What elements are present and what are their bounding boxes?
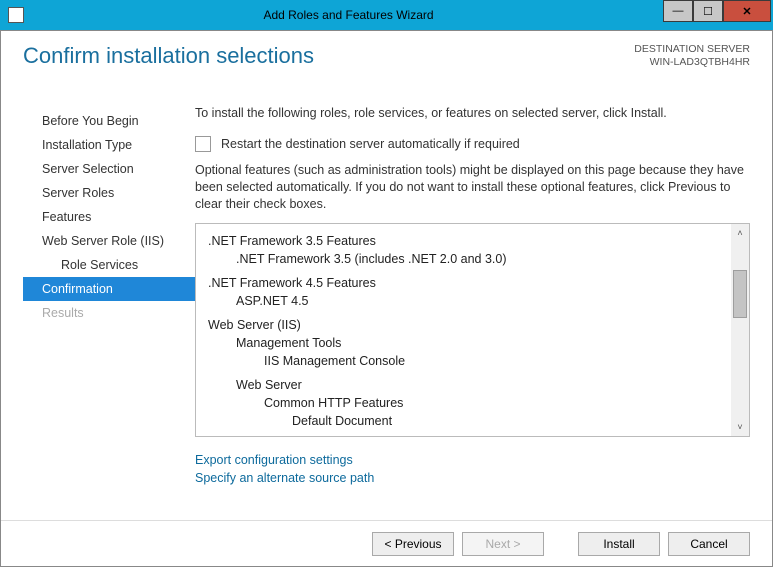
nav-role-services[interactable]: Role Services [23, 253, 195, 277]
install-button[interactable]: Install [578, 532, 660, 556]
scroll-up-icon[interactable]: ˄ [731, 224, 749, 242]
destination-info: DESTINATION SERVER WIN-LAD3QTBH4HR [634, 43, 750, 69]
nav-features[interactable]: Features [23, 205, 195, 229]
optional-text: Optional features (such as administratio… [195, 162, 750, 213]
nav-before-you-begin[interactable]: Before You Begin [23, 109, 195, 133]
list-item: Management Tools [236, 334, 749, 352]
window-icon [8, 7, 24, 23]
wizard-frame: Confirm installation selections DESTINAT… [0, 30, 773, 567]
cancel-button[interactable]: Cancel [668, 532, 750, 556]
destination-server: WIN-LAD3QTBH4HR [634, 56, 750, 69]
nav-server-roles[interactable]: Server Roles [23, 181, 195, 205]
next-button: Next > [462, 532, 544, 556]
close-button[interactable]: ✕ [723, 0, 771, 22]
list-item: Common HTTP Features [264, 394, 749, 412]
minimize-button[interactable]: — [663, 0, 693, 22]
scroll-down-icon[interactable]: ˅ [731, 418, 749, 436]
restart-label: Restart the destination server automatic… [221, 137, 520, 151]
restart-row: Restart the destination server automatic… [195, 136, 750, 152]
intro-text: To install the following roles, role ser… [195, 105, 750, 122]
header: Confirm installation selections DESTINAT… [1, 31, 772, 91]
list-item: Web Server [236, 376, 749, 394]
scrollbar[interactable]: ˄ ˅ [731, 224, 749, 436]
nav-confirmation[interactable]: Confirmation [23, 277, 195, 301]
links: Export configuration settings Specify an… [195, 437, 750, 487]
maximize-button[interactable]: ☐ [693, 0, 723, 22]
main-content: To install the following roles, role ser… [195, 91, 750, 520]
previous-button[interactable]: < Previous [372, 532, 454, 556]
scroll-track[interactable] [731, 242, 749, 418]
list-item: .NET Framework 3.5 (includes .NET 2.0 an… [236, 250, 749, 268]
nav-installation-type[interactable]: Installation Type [23, 133, 195, 157]
list-item: Default Document [292, 412, 749, 430]
export-config-link[interactable]: Export configuration settings [195, 451, 750, 469]
list-item: IIS Management Console [264, 352, 749, 370]
features-listbox[interactable]: .NET Framework 3.5 Features .NET Framewo… [195, 223, 750, 437]
titlebar: Add Roles and Features Wizard — ☐ ✕ [0, 0, 773, 30]
page-title: Confirm installation selections [23, 43, 314, 69]
footer: < Previous Next > Install Cancel [1, 520, 772, 566]
body: Before You Begin Installation Type Serve… [1, 91, 772, 520]
sidebar: Before You Begin Installation Type Serve… [23, 91, 195, 520]
alt-path-link[interactable]: Specify an alternate source path [195, 469, 750, 487]
nav-web-server-role[interactable]: Web Server Role (IIS) [23, 229, 195, 253]
list-item: .NET Framework 3.5 Features [208, 232, 749, 250]
restart-checkbox[interactable] [195, 136, 211, 152]
window-title: Add Roles and Features Wizard [24, 8, 673, 22]
nav-results: Results [23, 301, 195, 325]
destination-label: DESTINATION SERVER [634, 43, 750, 56]
nav-server-selection[interactable]: Server Selection [23, 157, 195, 181]
list-item: Web Server (IIS) [208, 316, 749, 334]
list-item: .NET Framework 4.5 Features [208, 274, 749, 292]
list-item: ASP.NET 4.5 [236, 292, 749, 310]
window-controls: — ☐ ✕ [663, 0, 771, 22]
scroll-thumb[interactable] [733, 270, 747, 318]
